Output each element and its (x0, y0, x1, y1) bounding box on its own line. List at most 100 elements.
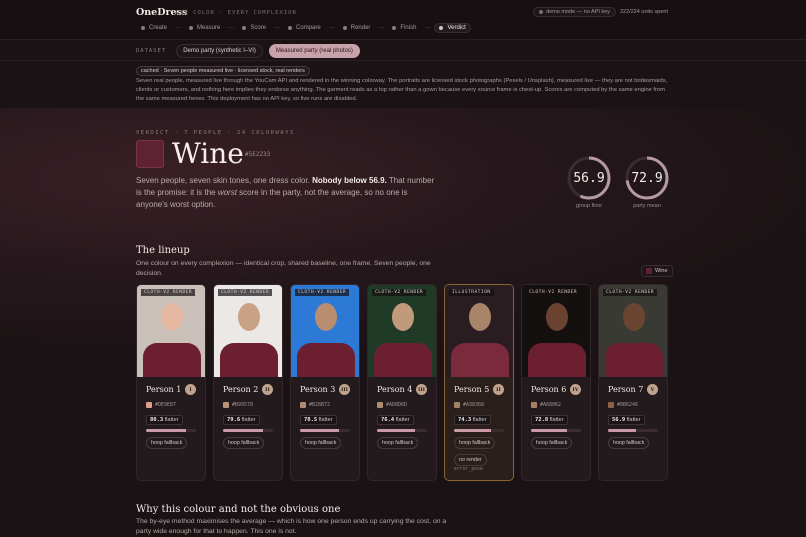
face (546, 303, 568, 331)
score-label: flatter (472, 417, 487, 423)
score-value: 56.9 (612, 417, 626, 423)
person-card[interactable]: ILLUSTRATION Person 5 II #A38368 74.3 fl… (444, 284, 514, 481)
skin-tone: #A38368 (454, 402, 484, 408)
score-bar-fill (146, 429, 187, 432)
score-bar-fill (454, 429, 492, 432)
step-label: Score (250, 25, 267, 31)
mode-text: demo mode — no API key (546, 9, 610, 15)
fitzpatrick-badge: III (339, 384, 350, 395)
step-label: Measure (197, 25, 221, 31)
score-label: flatter (164, 417, 179, 423)
step-separator: — (328, 25, 335, 31)
tone-hex: #AD8D6D (386, 402, 408, 408)
fitzpatrick-badge: IV (570, 384, 581, 395)
step-create[interactable]: Create (137, 24, 171, 32)
render-tag: CLOTH-V2 RENDER (218, 289, 273, 296)
step-label: Verdict (447, 25, 466, 31)
legend-label: Wine (655, 268, 668, 274)
step-compare[interactable]: Compare (284, 24, 325, 32)
fallback-chip: hoop fallback (531, 437, 573, 449)
dress (451, 343, 509, 377)
face (161, 303, 183, 331)
step-measure[interactable]: Measure (185, 24, 224, 32)
person-card[interactable]: CLOTH-V2 RENDER Person 4 III #AD8D6D 76.… (367, 284, 437, 481)
dataset-selector: DATASET Demo party (synthetic I–VI) Meas… (136, 44, 360, 58)
flatter-score: 74.3 flatter (454, 415, 491, 425)
person-card[interactable]: CLOTH-V2 RENDER Person 3 III #B28B72 78.… (290, 284, 360, 481)
fallback-chip: hoop fallback (223, 437, 265, 449)
tone-hex: #DE9E87 (155, 402, 177, 408)
person-name: Person 1 (146, 385, 182, 394)
error-code: error_pose (454, 467, 483, 472)
step-separator: — (424, 25, 431, 31)
tone-swatch (300, 402, 306, 408)
lede-emphasis: Nobody below 56.9. (312, 176, 387, 185)
score-bar (377, 429, 427, 432)
tone-hex: #B28B72 (309, 402, 331, 408)
person-name: Person 3 (300, 385, 336, 394)
group-floor-value: 56.9 (573, 170, 605, 186)
person-name: Person 4 (377, 385, 413, 394)
dress (605, 343, 663, 377)
flatter-score: 80.3 flatter (146, 415, 183, 425)
score-value: 72.8 (535, 417, 549, 423)
top-bar: OneDress ONE COLOR · EVERY COMPLEXION de… (0, 0, 806, 40)
verdict-colour-name: Wine (172, 137, 244, 170)
status-area: demo mode — no API key 222/224 units spe… (533, 7, 668, 17)
step-finish[interactable]: Finish (388, 24, 420, 32)
skin-tone: #B99578 (223, 402, 253, 408)
person-card[interactable]: CLOTH-V2 RENDER Person 2 II #B99578 79.6… (213, 284, 283, 481)
render-tag: CLOTH-V2 RENDER (295, 289, 350, 296)
tone-hex: #8B6246 (617, 402, 639, 408)
face (238, 303, 260, 331)
no-render-chip: no render (454, 454, 487, 466)
fallback-chip: hoop fallback (300, 437, 342, 449)
cached-badge: cached · Seven people measured live · li… (136, 66, 310, 76)
step-score[interactable]: Score (238, 24, 270, 32)
person-name: Person 2 (223, 385, 259, 394)
dress (374, 343, 432, 377)
tone-swatch (454, 402, 460, 408)
brand-tagline: ONE COLOR · EVERY COMPLEXION (176, 10, 297, 16)
step-verdict[interactable]: Verdict (434, 23, 471, 33)
step-dot-icon (141, 26, 145, 30)
score-bar-fill (223, 429, 263, 432)
person-photo: CLOTH-V2 RENDER (599, 285, 667, 377)
person-card[interactable]: CLOTH-V2 RENDER Person 6 IV #A68062 72.8… (521, 284, 591, 481)
person-photo: ILLUSTRATION (445, 285, 513, 377)
person-card[interactable]: CLOTH-V2 RENDER Person 7 V #8B6246 56.9 … (598, 284, 668, 481)
flatter-score: 76.4 flatter (377, 415, 414, 425)
step-dot-icon (242, 26, 247, 30)
flatter-score: 72.8 flatter (531, 415, 568, 425)
person-photo: CLOTH-V2 RENDER (522, 285, 590, 377)
score-bar-fill (377, 429, 416, 432)
person-photo: CLOTH-V2 RENDER (291, 285, 359, 377)
step-dot-icon (439, 26, 444, 30)
score-bar-fill (300, 429, 340, 432)
disclaimer-note: Seven real people, measured live through… (136, 78, 668, 102)
step-dot-icon (288, 26, 293, 30)
person-photo: CLOTH-V2 RENDER (214, 285, 282, 377)
colour-legend[interactable]: Wine (641, 265, 673, 277)
step-label: Compare (296, 25, 321, 31)
fitzpatrick-badge: III (416, 384, 427, 395)
step-dot-icon (189, 26, 194, 30)
dataset-option-demo[interactable]: Demo party (synthetic I–VI) (176, 44, 263, 58)
step-label: Render (350, 25, 371, 31)
tone-swatch (608, 402, 614, 408)
step-render[interactable]: Render (339, 24, 375, 32)
person-card[interactable]: CLOTH-V2 RENDER Person 1 I #DE9E87 80.3 … (136, 284, 206, 481)
fallback-chip: hoop fallback (146, 437, 188, 449)
why-subtitle: The by-eye method maximises the average … (136, 518, 447, 535)
tone-swatch (377, 402, 383, 408)
score-bar (454, 429, 504, 432)
face (469, 303, 491, 331)
fitzpatrick-badge: I (185, 384, 196, 395)
score-label: flatter (626, 417, 641, 423)
person-name: Person 5 (454, 385, 490, 394)
mode-pill: demo mode — no API key (533, 7, 616, 17)
dataset-option-measured[interactable]: Measured party (real photos) (268, 44, 360, 58)
fitzpatrick-badge: V (647, 384, 658, 395)
face (392, 303, 414, 331)
step-separator: — (274, 25, 281, 31)
